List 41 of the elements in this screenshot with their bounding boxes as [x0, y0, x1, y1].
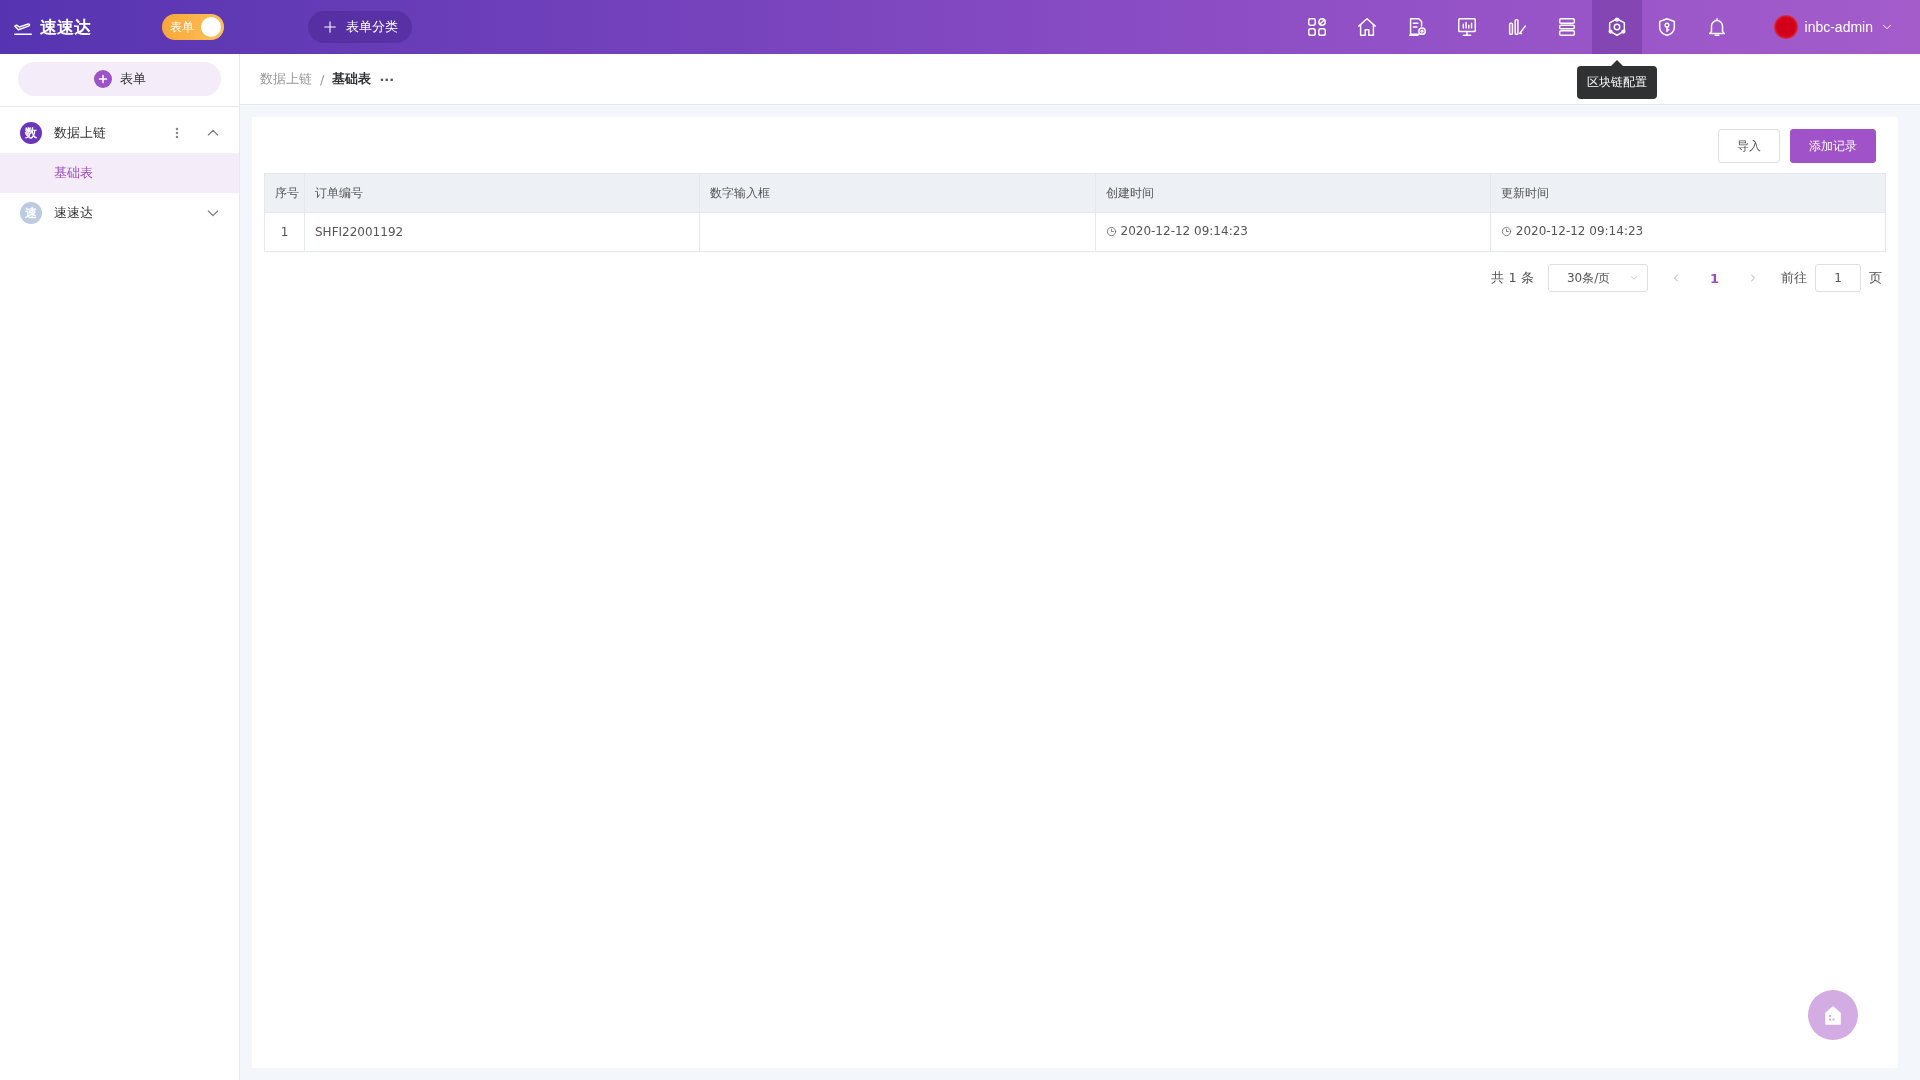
group-label[interactable]: 数据上链 [54, 124, 163, 142]
import-button[interactable]: 导入 [1718, 129, 1780, 163]
avatar [1773, 15, 1798, 39]
page-number[interactable]: 1 [1703, 269, 1725, 287]
page-input[interactable]: 1 [1815, 264, 1861, 292]
more-icon [175, 126, 179, 140]
column-header: 创建时间 [1095, 173, 1491, 213]
tooltip-arrow-icon [1610, 60, 1623, 66]
plus-icon [96, 73, 109, 85]
clock-icon [1500, 225, 1512, 237]
grid-icon [1305, 16, 1328, 38]
column-header: 序号 [264, 173, 305, 213]
column-header: 更新时间 [1490, 173, 1886, 213]
page-size-select[interactable]: 30条/页 [1547, 264, 1648, 292]
table-cell: 1 [264, 212, 305, 252]
breadcrumb-separator: / [320, 71, 325, 87]
clock-icon [1105, 225, 1117, 237]
column-header: 数字输入框 [699, 173, 1095, 213]
category-button[interactable]: 表单分类 [308, 11, 412, 43]
monitor-chart-icon [1455, 16, 1478, 38]
add-record-button[interactable]: 添加记录 [1790, 129, 1876, 163]
group-label[interactable]: 速速达 [54, 204, 193, 222]
group-badge: 速 [20, 202, 42, 224]
column-header: 订单编号 [304, 173, 700, 213]
app-logo[interactable]: 速速达 [40, 15, 91, 39]
breadcrumb-item: 基础表 [332, 70, 372, 88]
new-form-button[interactable]: 表单 [18, 62, 221, 96]
network-icon [1605, 16, 1628, 38]
goto-label: 前往 [1781, 269, 1807, 287]
table-cell: SHFI22001192 [304, 212, 700, 252]
total-count: 共 1 条 [1491, 269, 1534, 287]
table-cell: 2020-12-12 09:14:23 [1095, 212, 1491, 252]
sidebar-item[interactable]: 基础表 [0, 153, 239, 193]
home-icon [1355, 16, 1378, 38]
plus-icon [322, 19, 338, 35]
table-cell: 2020-12-12 09:14:23 [1490, 212, 1886, 252]
page-suffix: 页 [1869, 269, 1882, 287]
user-menu[interactable]: inbc-admin [1767, 14, 1900, 40]
chevron-down-icon [1628, 273, 1639, 283]
group-badge: 数 [20, 122, 42, 144]
more-button[interactable]: ··· [379, 71, 395, 87]
